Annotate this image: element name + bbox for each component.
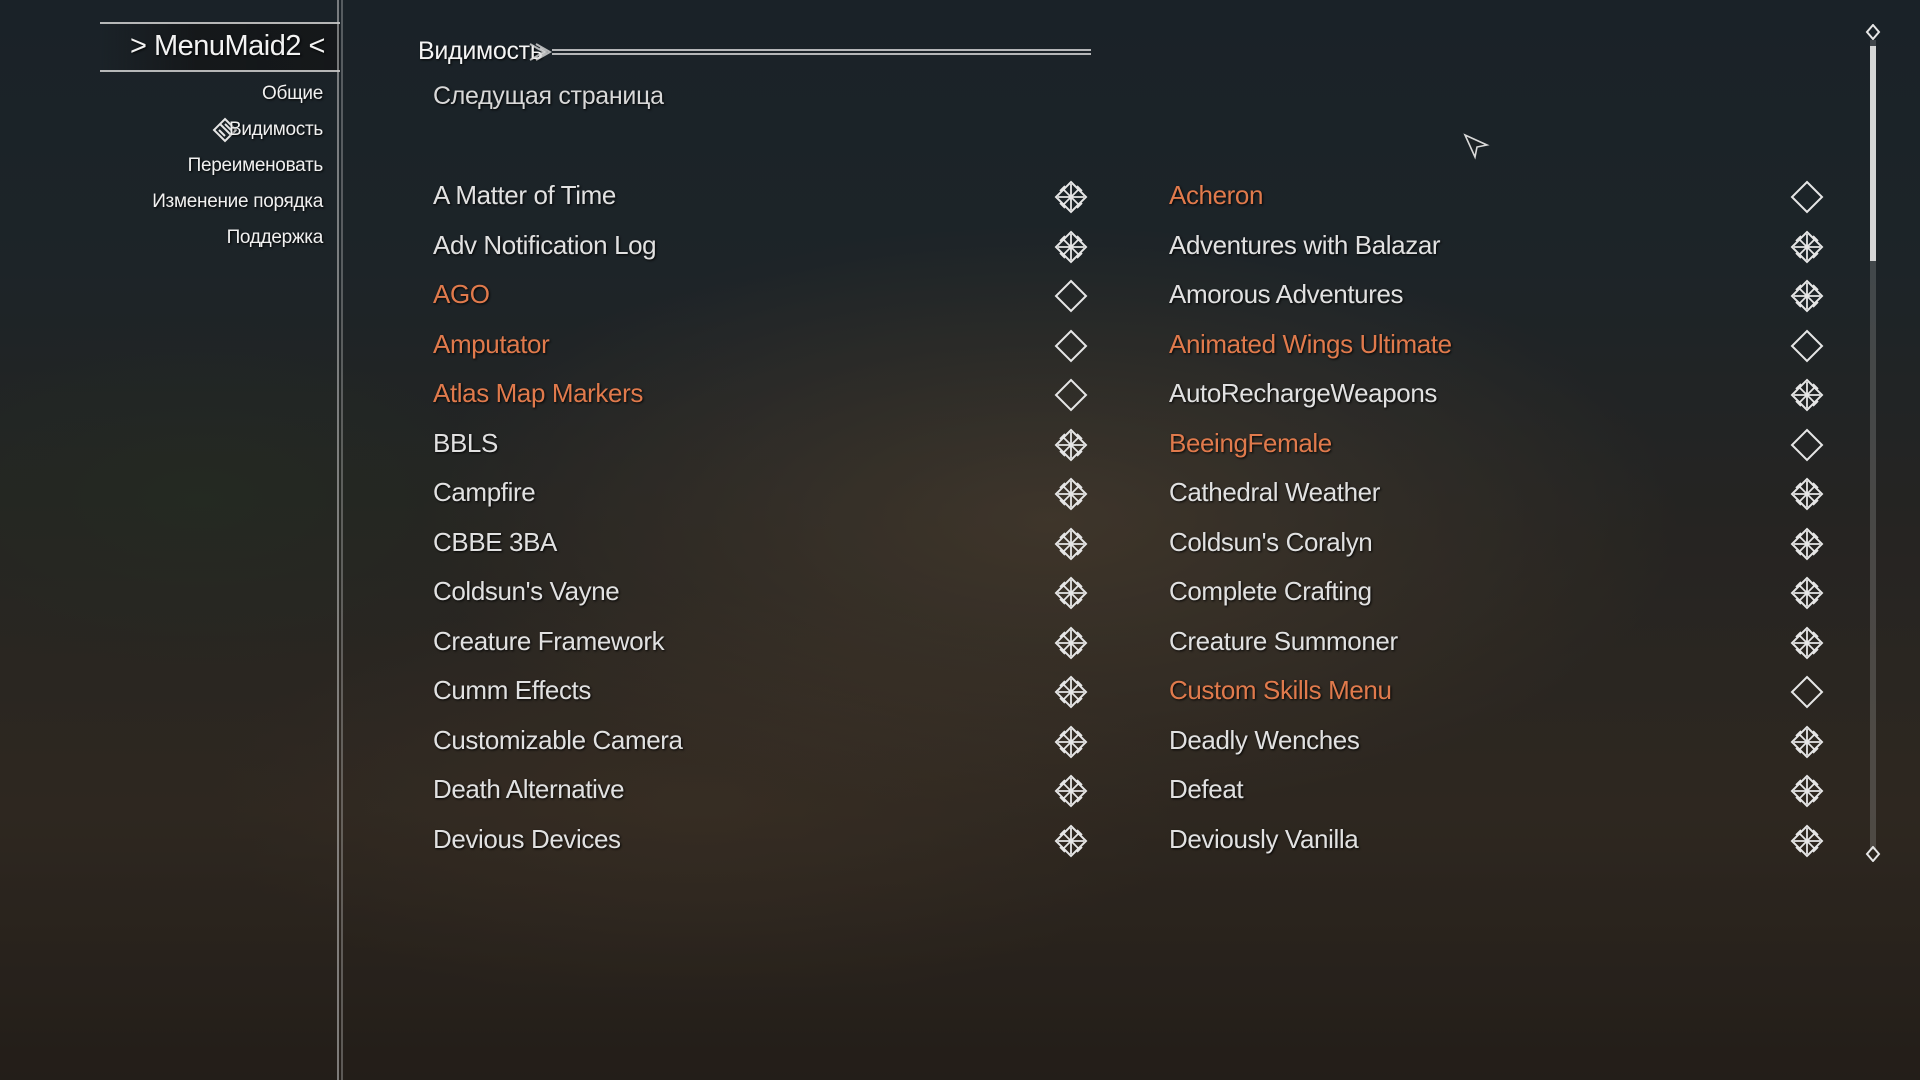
left-column-row[interactable]: CBBE 3BA xyxy=(433,523,1094,563)
mod-title[interactable]: > MenuMaid2 < xyxy=(130,30,326,63)
mod-name-label: Acheron xyxy=(1169,180,1264,210)
right-column-row[interactable]: Animated Wings Ultimate xyxy=(1169,325,1830,365)
checked-ornament-icon[interactable] xyxy=(1054,428,1088,462)
right-column-row[interactable]: Amorous Adventures xyxy=(1169,275,1830,315)
scroll-down-icon[interactable] xyxy=(1865,846,1881,862)
mod-name-label: AGO xyxy=(433,279,490,309)
empty-diamond-icon[interactable] xyxy=(1790,428,1824,462)
right-column-row[interactable]: Adventures with Balazar xyxy=(1169,226,1830,266)
mod-name-label: CBBE 3BA xyxy=(433,526,557,557)
checked-ornament-icon[interactable] xyxy=(1054,725,1088,759)
mod-name-label: Cathedral Weather xyxy=(1169,477,1380,507)
mod-name-label: Adv Notification Log xyxy=(433,229,657,260)
checked-ornament-icon[interactable] xyxy=(1790,230,1824,264)
right-column-row[interactable]: Deadly Wenches xyxy=(1169,721,1830,761)
right-column-row[interactable]: Cathedral Weather xyxy=(1169,473,1830,513)
mod-name-label: Custom Skills Menu xyxy=(1169,675,1392,705)
scroll-up-icon[interactable] xyxy=(1865,24,1881,40)
checked-ornament-icon[interactable] xyxy=(1054,230,1088,264)
mod-name-label: Amorous Adventures xyxy=(1169,279,1404,309)
empty-diamond-icon[interactable] xyxy=(1054,279,1088,313)
left-column-row[interactable]: Devious Devices xyxy=(433,820,1094,860)
scrollbar-thumb[interactable] xyxy=(1870,46,1876,261)
right-column-row[interactable]: Creature Summoner xyxy=(1169,622,1830,662)
mod-name-label: Atlas Map Markers xyxy=(433,378,643,408)
left-column-row[interactable]: BBLS xyxy=(433,424,1094,464)
mod-name-label: Death Alternative xyxy=(433,774,625,804)
checked-ornament-icon[interactable] xyxy=(1054,477,1088,511)
mod-name-label: BeeingFemale xyxy=(1169,427,1332,458)
left-column-row[interactable]: AGO xyxy=(433,275,1094,315)
checked-ornament-icon[interactable] xyxy=(1054,774,1088,808)
mouse-cursor-icon xyxy=(1463,133,1490,160)
next-page-button[interactable]: Следущая страница xyxy=(433,82,664,111)
left-column-row[interactable]: A Matter of Time xyxy=(433,176,1094,216)
mod-name-label: AutoRechargeWeapons xyxy=(1169,378,1437,408)
left-column-row[interactable]: Campfire xyxy=(433,473,1094,513)
mod-name-label: Deadly Wenches xyxy=(1169,724,1360,755)
checked-ornament-icon[interactable] xyxy=(1790,626,1824,660)
empty-diamond-icon[interactable] xyxy=(1054,378,1088,412)
checked-ornament-icon[interactable] xyxy=(1790,527,1824,561)
section-title: Видимость xyxy=(418,37,543,65)
mod-name-label: BBLS xyxy=(433,427,498,458)
mod-name-label: Animated Wings Ultimate xyxy=(1169,328,1452,359)
left-column-row[interactable]: Adv Notification Log xyxy=(433,226,1094,266)
mod-name-label: Devious Devices xyxy=(433,823,621,854)
menu-item-support[interactable]: Поддержка xyxy=(227,227,324,249)
right-column-row[interactable]: BeeingFemale xyxy=(1169,424,1830,464)
menu-item-rename[interactable]: Переименовать xyxy=(188,155,324,177)
mod-name-label: Creature Summoner xyxy=(1169,625,1398,656)
mod-name-label: Cumm Effects xyxy=(433,675,591,705)
empty-diamond-icon[interactable] xyxy=(1054,329,1088,363)
menu-item-visibility[interactable]: Видимость xyxy=(229,119,323,141)
checked-ornament-icon[interactable] xyxy=(1054,824,1088,858)
left-column-row[interactable]: Customizable Camera xyxy=(433,721,1094,761)
right-column-row[interactable]: Complete Crafting xyxy=(1169,572,1830,612)
left-column-row[interactable]: Amputator xyxy=(433,325,1094,365)
checked-ornament-icon[interactable] xyxy=(1790,279,1824,313)
checked-ornament-icon[interactable] xyxy=(1054,527,1088,561)
menu-item-reorder[interactable]: Изменение порядка xyxy=(152,191,323,213)
left-column-row[interactable]: Coldsun's Vayne xyxy=(433,572,1094,612)
checked-ornament-icon[interactable] xyxy=(1054,626,1088,660)
checked-ornament-icon[interactable] xyxy=(1790,576,1824,610)
empty-diamond-icon[interactable] xyxy=(1790,329,1824,363)
mod-name-label: Coldsun's Coralyn xyxy=(1169,526,1373,557)
right-column-row[interactable]: AutoRechargeWeapons xyxy=(1169,374,1830,414)
mod-name-label: Creature Framework xyxy=(433,625,665,656)
right-column-row[interactable]: Deviously Vanilla xyxy=(1169,820,1830,860)
mod-name-label: Coldsun's Vayne xyxy=(433,576,620,606)
header-divider-ornament xyxy=(529,43,1091,61)
menu-item-general[interactable]: Общие xyxy=(262,83,323,105)
checked-ornament-icon[interactable] xyxy=(1790,477,1824,511)
mod-name-label: Deviously Vanilla xyxy=(1169,823,1359,854)
side-panel-divider xyxy=(337,0,343,1080)
checked-ornament-icon[interactable] xyxy=(1790,824,1824,858)
right-column-row[interactable]: Coldsun's Coralyn xyxy=(1169,523,1830,563)
left-column-row[interactable]: Atlas Map Markers xyxy=(433,374,1094,414)
mod-name-label: Adventures with Balazar xyxy=(1169,229,1441,260)
empty-diamond-icon[interactable] xyxy=(1790,675,1824,709)
left-column-row[interactable]: Creature Framework xyxy=(433,622,1094,662)
mod-name-label: Defeat xyxy=(1169,774,1244,804)
left-column-row[interactable]: Cumm Effects xyxy=(433,671,1094,711)
mod-name-label: A Matter of Time xyxy=(433,180,616,210)
checked-ornament-icon[interactable] xyxy=(1790,774,1824,808)
right-column-row[interactable]: Acheron xyxy=(1169,176,1830,216)
left-column-row[interactable]: Death Alternative xyxy=(433,770,1094,810)
checked-ornament-icon[interactable] xyxy=(1054,675,1088,709)
mod-name-label: Amputator xyxy=(433,328,550,359)
mod-name-label: Complete Crafting xyxy=(1169,576,1372,606)
right-column-row[interactable]: Defeat xyxy=(1169,770,1830,810)
checked-ornament-icon[interactable] xyxy=(1790,725,1824,759)
checked-ornament-icon[interactable] xyxy=(1054,576,1088,610)
mod-name-label: Customizable Camera xyxy=(433,724,683,755)
checked-ornament-icon[interactable] xyxy=(1054,180,1088,214)
empty-diamond-icon[interactable] xyxy=(1790,180,1824,214)
checked-ornament-icon[interactable] xyxy=(1790,378,1824,412)
mod-name-label: Campfire xyxy=(433,477,536,507)
right-column-row[interactable]: Custom Skills Menu xyxy=(1169,671,1830,711)
